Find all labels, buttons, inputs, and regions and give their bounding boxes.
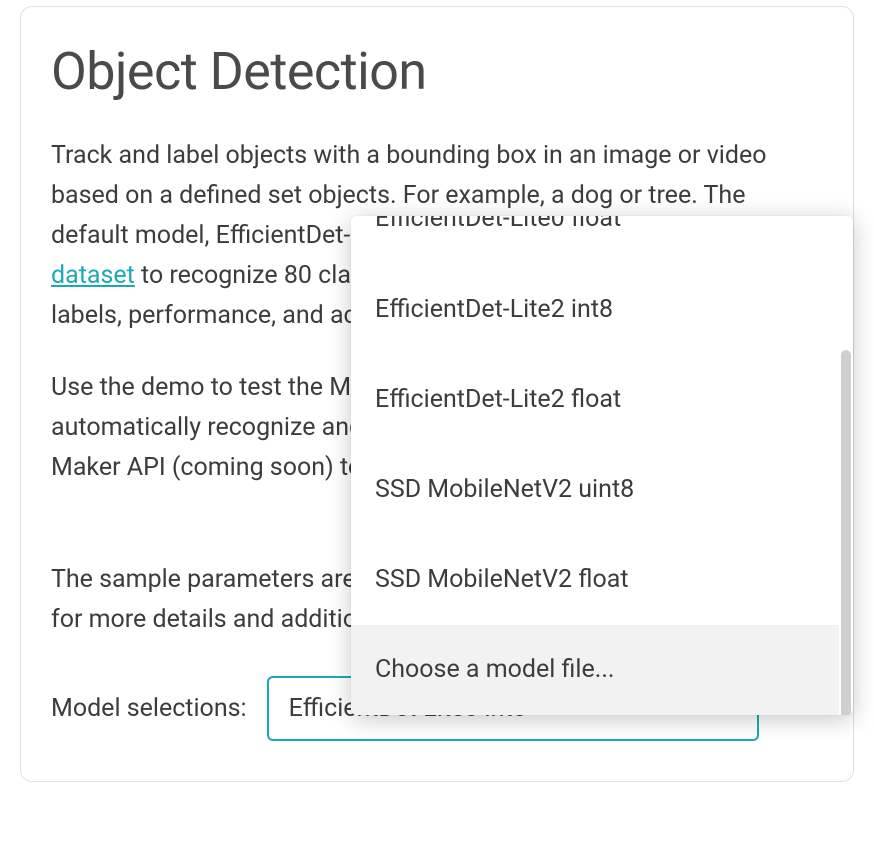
page-title: Object Detection xyxy=(51,43,823,100)
dropdown-item-label: EfficientDet-Lite0 float xyxy=(375,216,815,231)
dropdown-item[interactable]: Choose a model file... xyxy=(351,625,839,715)
dropdown-scroll: EfficientDet-Lite0 float EfficientDet-Lit… xyxy=(351,216,853,715)
model-dropdown: EfficientDet-Lite0 float EfficientDet-Lit… xyxy=(351,216,853,715)
model-selection-label: Model selections: xyxy=(51,694,247,723)
scrollbar[interactable] xyxy=(841,350,851,715)
dropdown-item[interactable]: SSD MobileNetV2 float xyxy=(351,535,839,625)
dropdown-item[interactable]: EfficientDet-Lite0 float xyxy=(351,216,839,265)
dropdown-item[interactable]: EfficientDet-Lite2 float xyxy=(351,355,839,445)
dropdown-item[interactable]: SSD MobileNetV2 uint8 xyxy=(351,445,839,535)
dropdown-item[interactable]: EfficientDet-Lite2 int8 xyxy=(351,265,839,355)
